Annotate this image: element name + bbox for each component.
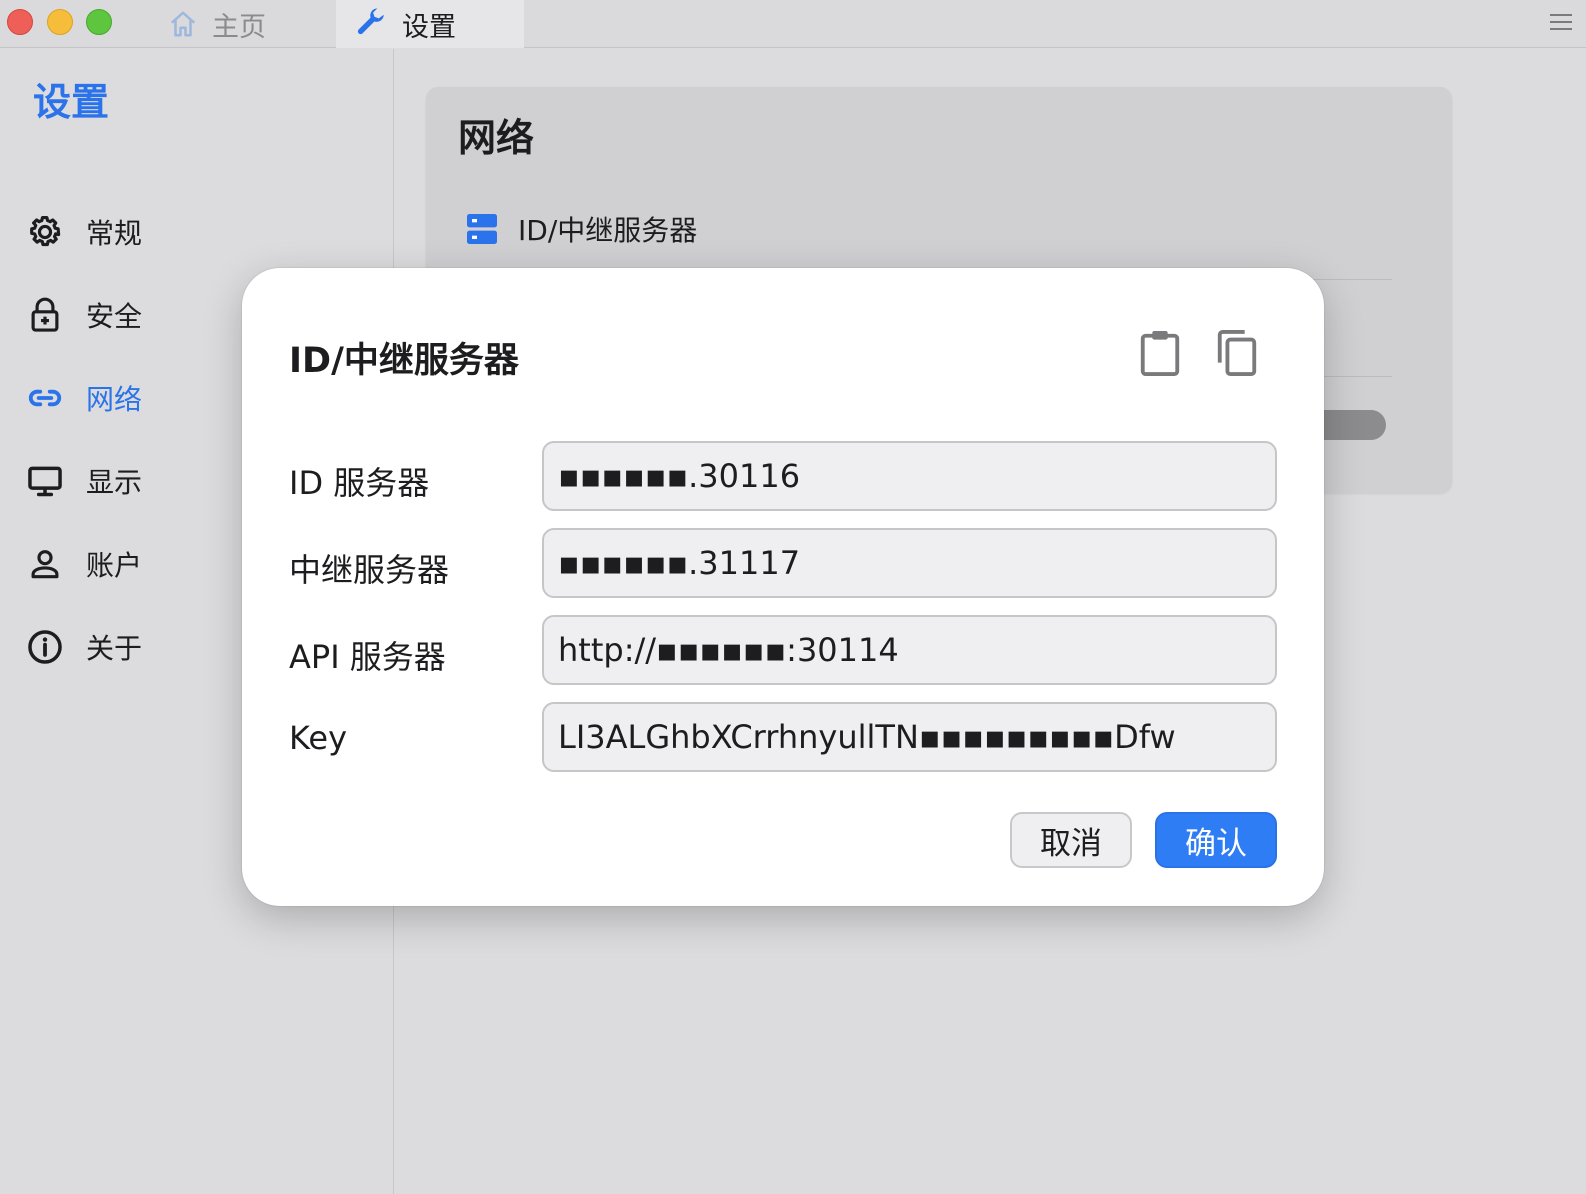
paste-button[interactable] [1137,328,1183,378]
sidebar-item-label: 常规 [86,217,143,250]
tab-settings-label: 设置 [402,11,456,43]
id-server-label: ID 服务器 [289,464,430,502]
sidebar-item-security[interactable]: 安全 [26,293,142,337]
sidebar-item-label: 账户 [86,549,143,582]
tab-home-label: 主页 [212,11,266,43]
minimize-window-button[interactable] [47,9,73,35]
sidebar-item-label: 网络 [86,383,143,416]
key-input[interactable] [542,702,1277,772]
user-icon [26,545,64,583]
sidebar-title: 设置 [33,80,110,124]
sidebar-item-label: 显示 [86,466,143,499]
maximize-window-button[interactable] [86,9,112,35]
server-icon [462,209,502,249]
tab-settings[interactable]: 设置 [336,0,524,48]
sidebar-item-label: 关于 [86,632,143,665]
card-title: 网络 [458,116,535,160]
copy-button[interactable] [1214,328,1260,378]
wrench-icon [354,7,388,41]
link-icon [26,379,64,417]
sidebar-item-display[interactable]: 显示 [26,459,142,503]
id-relay-server-row[interactable]: ID/中继服务器 [462,209,697,249]
id-server-input[interactable] [542,441,1277,511]
sidebar-item-account[interactable]: 账户 [26,542,142,586]
title-bar: 主页 设置 [0,0,1586,48]
lock-icon [26,296,64,334]
api-server-input[interactable] [542,615,1277,685]
cancel-button[interactable]: 取消 [1010,812,1132,868]
relay-server-input[interactable] [542,528,1277,598]
relay-server-label: 中继服务器 [289,551,450,589]
sidebar-item-about[interactable]: 关于 [26,625,142,669]
home-icon [168,9,198,39]
api-server-label: API 服务器 [289,638,446,676]
row-label: ID/中继服务器 [518,214,698,247]
close-window-button[interactable] [7,9,33,35]
menu-icon[interactable] [1550,14,1572,32]
dialog-title: ID/中继服务器 [289,341,519,381]
monitor-icon [26,462,64,500]
gear-icon [26,213,64,251]
copy-icon [1214,328,1260,378]
server-settings-dialog: ID/中继服务器 ID 服务器 中继服务器 API 服务器 Key 取消 确认 [242,268,1324,906]
sidebar-item-general[interactable]: 常规 [26,210,142,254]
info-icon [26,628,64,666]
confirm-button[interactable]: 确认 [1155,812,1277,868]
sidebar-item-label: 安全 [86,300,143,333]
tab-home[interactable]: 主页 [168,0,328,48]
key-label: Key [289,719,348,757]
sidebar-item-network[interactable]: 网络 [26,376,142,420]
clipboard-icon [1137,328,1183,378]
